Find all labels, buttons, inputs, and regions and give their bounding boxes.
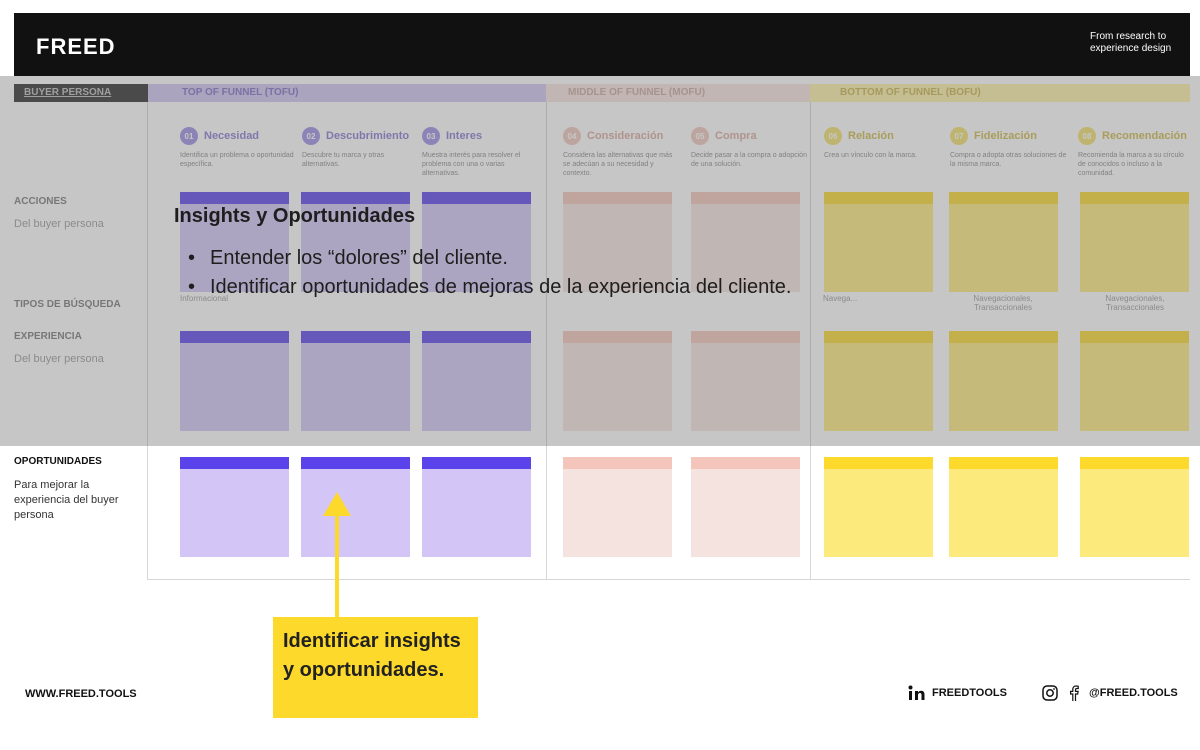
row-sub-oportunidades: Para mejorar la experiencia del buyer pe… — [14, 479, 119, 521]
footer-linkedin[interactable]: FREEDTOOLS — [908, 684, 1007, 702]
insights-list: Entender los “dolores” del cliente. Iden… — [174, 244, 791, 302]
social-handle: @FREED.TOOLS — [1089, 687, 1178, 699]
linkedin-handle: FREEDTOOLS — [932, 687, 1007, 699]
oportunidad-card[interactable] — [180, 457, 289, 557]
linkedin-icon — [908, 684, 926, 702]
insights-bullet: Entender los “dolores” del cliente. — [174, 244, 791, 273]
row-label-oportunidades: OPORTUNIDADES — [14, 456, 102, 467]
oportunidad-card[interactable] — [301, 457, 410, 557]
insights-bullet: Identificar oportunidades de mejoras de … — [174, 273, 791, 302]
oportunidad-card[interactable] — [949, 457, 1058, 557]
arrow-shaft — [335, 505, 339, 617]
freed-logo: FREED — [36, 34, 116, 59]
callout-note: Identificar insights y oportunidades. — [273, 617, 478, 718]
oportunidad-card[interactable] — [1080, 457, 1189, 557]
oportunidad-card[interactable] — [824, 457, 933, 557]
header-bar: FREED From research to experience design — [14, 13, 1190, 76]
instagram-icon — [1041, 684, 1059, 702]
grid-line — [147, 579, 1190, 580]
header-tagline: From research to experience design — [1090, 31, 1172, 54]
oportunidad-card[interactable] — [563, 457, 672, 557]
oportunidad-card[interactable] — [422, 457, 531, 557]
oportunidad-card[interactable] — [691, 457, 800, 557]
footer-url[interactable]: WWW.FREED.TOOLS — [25, 688, 137, 700]
facebook-icon — [1065, 684, 1083, 702]
insights-panel: Insights y Oportunidades Entender los “d… — [174, 205, 791, 302]
footer-social[interactable]: @FREED.TOOLS — [1041, 684, 1178, 702]
insights-title: Insights y Oportunidades — [174, 205, 416, 227]
